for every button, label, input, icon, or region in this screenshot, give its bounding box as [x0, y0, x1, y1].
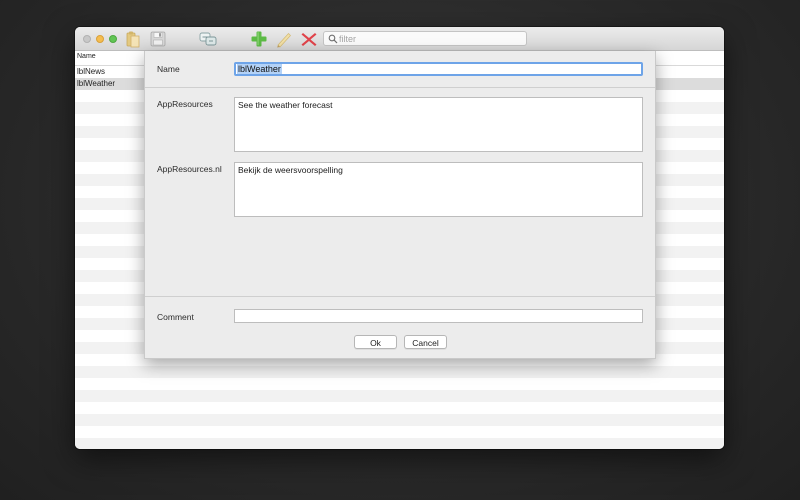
- zoom-window-button[interactable]: [109, 35, 117, 43]
- app-resources-nl-textarea[interactable]: Bekijk de weersvoorspelling: [234, 162, 643, 217]
- table-row: [75, 414, 724, 426]
- name-value: lblWeather: [237, 64, 282, 74]
- edit-resource-dialog: Name lblWeather AppResources See the wea…: [144, 51, 656, 359]
- app-resources-textarea[interactable]: See the weather forecast: [234, 97, 643, 152]
- translate-icon[interactable]: [198, 30, 218, 48]
- app-resources-value: See the weather forecast: [238, 100, 333, 110]
- edit-icon[interactable]: [274, 30, 294, 48]
- app-resources-nl-label: AppResources.nl: [157, 164, 222, 174]
- column-header-name[interactable]: Name: [77, 53, 96, 60]
- comment-input[interactable]: [234, 309, 643, 323]
- row-label: lblNews: [77, 67, 106, 76]
- close-window-button[interactable]: [83, 35, 91, 43]
- cancel-button[interactable]: Cancel: [404, 335, 447, 349]
- table-row: [75, 366, 724, 378]
- name-input[interactable]: lblWeather: [234, 62, 643, 76]
- save-icon[interactable]: [148, 30, 168, 48]
- title-bar: [75, 27, 724, 51]
- app-resources-nl-value: Bekijk de weersvoorspelling: [238, 165, 343, 175]
- filter-input[interactable]: [339, 32, 524, 45]
- divider: [145, 296, 655, 297]
- paste-icon[interactable]: [123, 30, 143, 48]
- search-icon: [328, 34, 338, 44]
- add-icon[interactable]: [249, 30, 269, 48]
- app-resources-label: AppResources: [157, 99, 213, 109]
- row-label: lblWeather: [77, 79, 116, 88]
- table-row: [75, 378, 724, 390]
- comment-label: Comment: [157, 312, 194, 322]
- table-row: [75, 402, 724, 414]
- filter-field[interactable]: [323, 31, 527, 46]
- table-row: [75, 390, 724, 402]
- ok-button[interactable]: Ok: [354, 335, 397, 349]
- name-label: Name: [157, 64, 180, 74]
- table-row: [75, 438, 724, 449]
- divider: [145, 87, 655, 88]
- minimize-window-button[interactable]: [96, 35, 104, 43]
- table-row: [75, 426, 724, 438]
- delete-icon[interactable]: [299, 30, 319, 48]
